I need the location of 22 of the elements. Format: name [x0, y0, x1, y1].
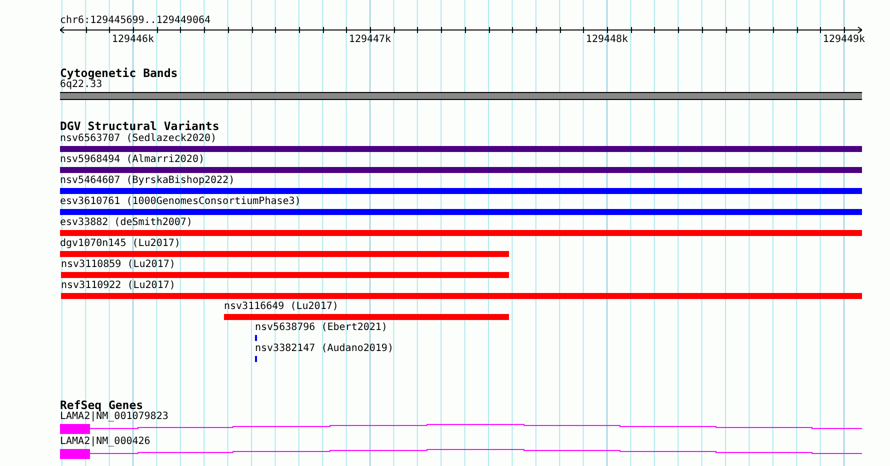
- variant-label: esv3610761 (1000GenomesConsortiumPhase3): [60, 197, 301, 207]
- variant-label: nsv3382147 (Audano2019): [255, 344, 394, 354]
- variant-label: nsv5638796 (Ebert2021): [255, 323, 388, 333]
- gene-label: LAMA2|NM_000426: [60, 437, 150, 447]
- track-title: RefSeq Genes: [60, 399, 144, 411]
- tick-label: 129448k: [586, 35, 628, 45]
- band-label: 6q22.33: [60, 80, 102, 90]
- tick-label: 129449k: [822, 35, 866, 45]
- gene-label: LAMA2|NM_001079823: [60, 412, 168, 422]
- tick-label: 129446k: [112, 35, 154, 45]
- variant-label: dgv1070n145 (Lu2017): [60, 239, 180, 249]
- variant-label: esv33882 (deSmith2007): [60, 218, 192, 228]
- variant-label: nsv3110859 (Lu2017): [61, 260, 176, 270]
- variant-label: nsv6563707 (Sedlazeck2020): [60, 134, 217, 144]
- variant-label: nsv5968494 (Almarri2020): [60, 155, 204, 165]
- track-title: DGV Structural Variants: [60, 120, 220, 132]
- variant-label: nsv3110922 (Lu2017): [61, 281, 176, 291]
- tick-label: 129447k: [348, 35, 392, 45]
- location-label: chr6:129445699..129449064: [60, 16, 211, 26]
- variant-label: nsv5464607 (ByrskaBishop2022): [60, 176, 235, 186]
- track-title: Cytogenetic Bands: [60, 67, 178, 79]
- variant-label: nsv3116649 (Lu2017): [224, 302, 338, 312]
